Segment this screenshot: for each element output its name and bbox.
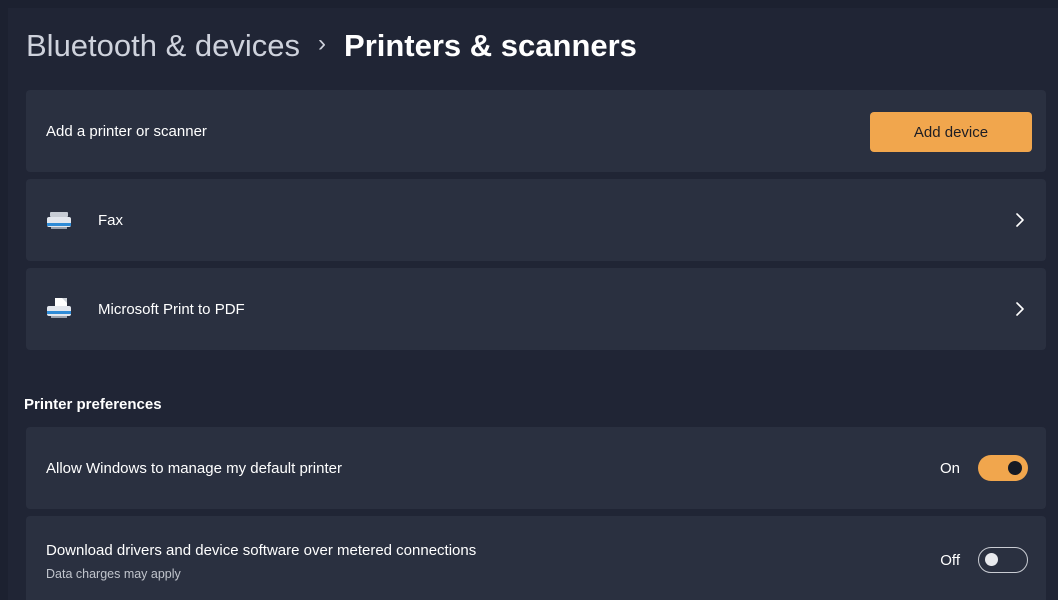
printer-icon: [47, 298, 71, 318]
toggle-group: Off: [940, 547, 1028, 573]
toggle-knob: [1008, 461, 1022, 475]
breadcrumb-parent[interactable]: Bluetooth & devices: [26, 28, 300, 64]
add-device-button[interactable]: Add device: [870, 112, 1032, 152]
manage-default-printer-toggle[interactable]: [978, 455, 1028, 481]
device-item-print-to-pdf[interactable]: Microsoft Print to PDF: [26, 268, 1046, 350]
pref-label: Allow Windows to manage my default print…: [46, 460, 342, 477]
breadcrumb: Bluetooth & devices › Printers & scanner…: [26, 24, 637, 68]
page-title: Printers & scanners: [344, 28, 637, 63]
chevron-right-icon: [1016, 302, 1024, 316]
toggle-state-label: On: [939, 459, 960, 477]
metered-downloads-toggle[interactable]: [978, 547, 1028, 573]
toggle-state-label: Off: [940, 551, 960, 569]
chevron-right-icon: [1016, 213, 1024, 227]
pref-manage-default-printer: Allow Windows to manage my default print…: [26, 427, 1046, 509]
device-name: Fax: [98, 212, 124, 229]
device-name: Microsoft Print to PDF: [98, 301, 245, 318]
section-title: Printer preferences: [24, 396, 162, 413]
pref-label: Download drivers and device software ove…: [46, 542, 477, 559]
pref-sublabel: Data charges may apply: [46, 567, 181, 581]
breadcrumb-separator-icon: ›: [318, 30, 327, 57]
add-printer-label: Add a printer or scanner: [46, 123, 207, 140]
add-printer-card: Add a printer or scanner Add device: [26, 90, 1046, 172]
device-item-fax[interactable]: Fax: [26, 179, 1046, 261]
toggle-knob: [985, 553, 998, 566]
settings-page: Bluetooth & devices › Printers & scanner…: [8, 8, 1058, 600]
pref-metered-downloads: Download drivers and device software ove…: [26, 516, 1046, 600]
fax-icon: [47, 212, 71, 229]
toggle-group: On: [940, 455, 1028, 481]
